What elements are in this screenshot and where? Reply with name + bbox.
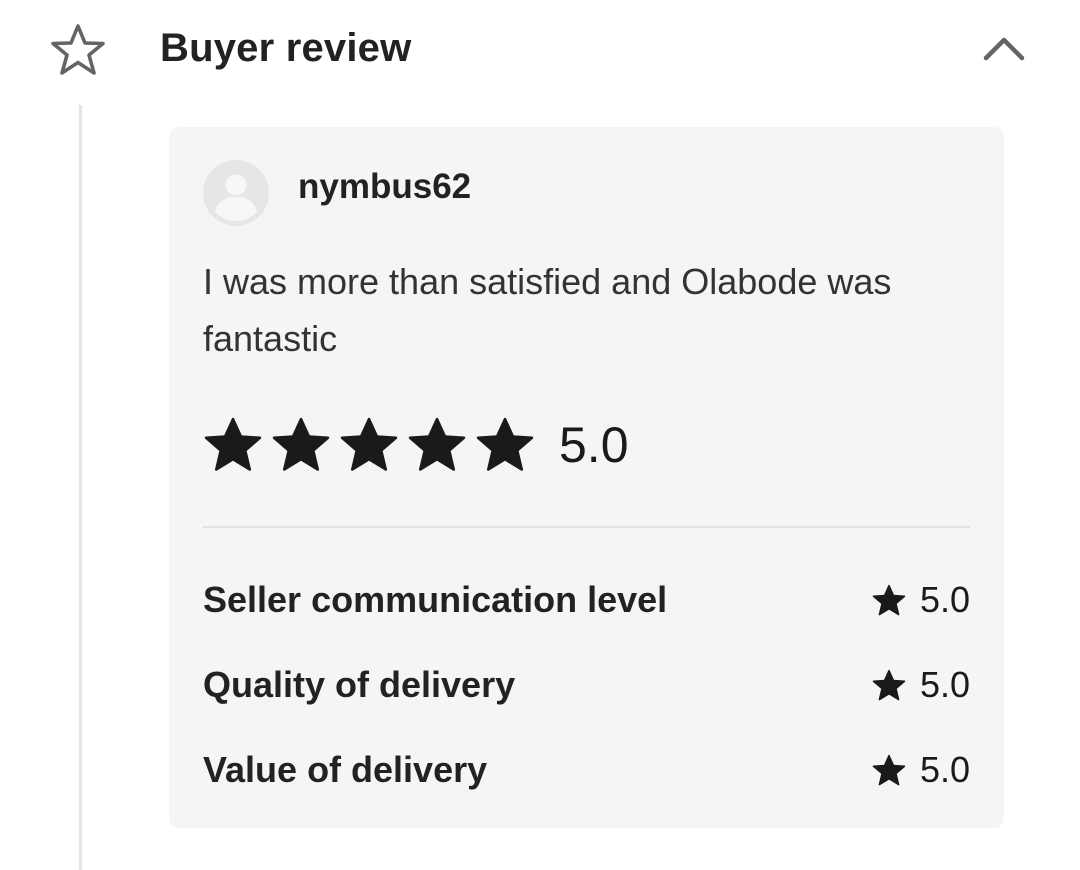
sub-rating-label: Seller communication level	[203, 579, 668, 620]
sub-rating-value: 5.0	[919, 664, 970, 705]
sub-rating-label: Quality of delivery	[203, 664, 516, 705]
section-title: Buyer review	[160, 26, 412, 70]
star-outline-icon	[51, 24, 105, 75]
reviewer-username[interactable]: nymbus62	[298, 165, 471, 209]
star-filled-icon	[476, 417, 534, 471]
review-card: nymbus62 I was more than satisfied and O…	[169, 127, 1004, 828]
rating-stars	[203, 416, 535, 474]
overall-rating-value: 5.0	[559, 417, 629, 473]
star-icon	[872, 669, 906, 700]
star-filled-icon	[408, 417, 466, 471]
timeline-line	[79, 105, 82, 870]
star-icon	[872, 754, 906, 785]
sub-rating-value: 5.0	[919, 579, 970, 620]
user-avatar-icon	[203, 160, 269, 226]
overall-rating: 5.0	[203, 413, 629, 477]
sub-rating-quality: Quality of delivery 5.0	[203, 660, 970, 710]
sub-rating-score: 5.0	[872, 745, 970, 795]
sub-rating-value: 5.0	[919, 749, 970, 790]
sub-rating-communication: Seller communication level 5.0	[203, 575, 970, 625]
star-filled-icon	[204, 417, 262, 471]
star-icon	[872, 584, 906, 615]
sub-rating-score: 5.0	[872, 575, 970, 625]
review-text: I was more than satisfied and Olabode wa…	[203, 261, 892, 359]
star-filled-icon	[340, 417, 398, 471]
sub-rating-score: 5.0	[872, 660, 970, 710]
sub-rating-label: Value of delivery	[203, 749, 488, 790]
chevron-up-icon[interactable]	[980, 30, 1028, 66]
divider	[203, 526, 970, 528]
star-filled-icon	[272, 417, 330, 471]
sub-rating-value-of-delivery: Value of delivery 5.0	[203, 745, 970, 795]
